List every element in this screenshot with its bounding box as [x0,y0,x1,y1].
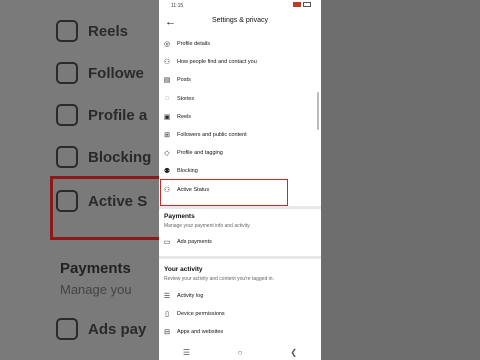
bg-item-ads: Ads pay [56,318,146,340]
person-search-icon: ⚇ [163,59,171,67]
settings-item[interactable]: ▭ Ads payments [163,235,313,249]
settings-item[interactable]: ◌ Stories [163,92,313,106]
activity-section-title: Your activity [164,266,203,273]
page-title: Settings & privacy [211,17,269,24]
followers-icon [56,62,78,84]
apps-icon: ⊟ [164,329,170,336]
reels-icon [56,20,78,42]
settings-item-label: Profile details [177,41,211,47]
system-nav-bar: ☰ ○ ❮ [159,344,321,360]
settings-item-label: Apps and websites [177,329,224,335]
divider [159,206,321,209]
settings-item[interactable]: ▯ Device permissions [163,307,313,321]
settings-item-label: Stories [177,95,195,102]
bg-item-profile: Profile a [56,104,147,126]
settings-item-label: Ads payments [177,239,212,245]
person-circle-icon: ◎ [163,41,171,48]
settings-item-label: Activity log [177,293,204,299]
settings-item-label: Device permissions [177,311,225,317]
settings-item-label: Profile and tagging [177,150,223,157]
bg-payments-sub: Manage you [60,282,132,297]
tag-icon: ◇ [164,150,170,158]
settings-item[interactable]: ⚇ How people find and contact you [163,55,313,69]
divider [159,256,321,259]
home-circle-icon[interactable]: ○ [238,348,243,357]
block-person-icon: ⚉ [163,168,171,176]
active-status-highlight [160,179,288,206]
flag-icon [293,2,301,7]
settings-item[interactable]: ⊟ Apps and websites [163,325,313,339]
status-icons [293,2,311,7]
stories-icon: ◌ [164,95,170,103]
settings-item[interactable]: ▤ Posts [163,73,313,87]
payments-section-desc: Manage your payment info and activity. [164,223,251,229]
status-time: 11:15 [171,3,184,9]
phone-screen: 11:15 ← Settings & privacy ◎ Profile deta… [159,0,321,360]
nav-back-icon[interactable]: ❮ [290,348,297,357]
settings-item[interactable]: ◎ Profile details [163,37,313,51]
settings-item-label: Followers and public content [177,132,247,138]
bg-item-reels: Reels [56,20,128,42]
settings-item[interactable]: ☰ Activity log [163,289,313,303]
device-icon: ▯ [165,311,169,318]
menu-icon[interactable]: ☰ [183,348,190,357]
block-person-icon [56,146,78,168]
bg-payments-title: Payments [60,260,131,277]
settings-item-label: Blocking [177,168,198,175]
status-bar: 11:15 [159,0,321,10]
header: ← Settings & privacy [159,12,321,32]
settings-item[interactable]: ▣ Reels [163,110,313,124]
video-frame: Reels Followe Profile a Blocking Active … [0,0,480,360]
settings-item[interactable]: ⚉ Blocking [163,164,313,178]
followers-icon: ⊞ [164,132,170,139]
tag-icon [56,104,78,126]
bg-right-panel [320,0,480,360]
reels-icon: ▣ [163,113,171,121]
activity-section-desc: Review your activity and content you're … [164,276,274,282]
settings-item[interactable]: ⊞ Followers and public content [163,128,313,142]
card-icon: ▭ [163,239,171,246]
settings-item[interactable]: ◇ Profile and tagging [163,146,313,160]
scrollbar[interactable] [317,92,319,130]
card-icon [56,318,78,340]
posts-icon: ▤ [163,77,171,85]
bg-item-followers: Followe [56,62,144,84]
battery-icon [303,2,311,7]
bg-item-blocking: Blocking [56,146,151,168]
settings-item-label: How people find and contact you [177,59,257,66]
list-icon: ☰ [163,293,171,300]
payments-section-title: Payments [164,213,195,220]
settings-item-label: Posts [177,77,191,84]
settings-item-label: Reels [177,113,192,120]
